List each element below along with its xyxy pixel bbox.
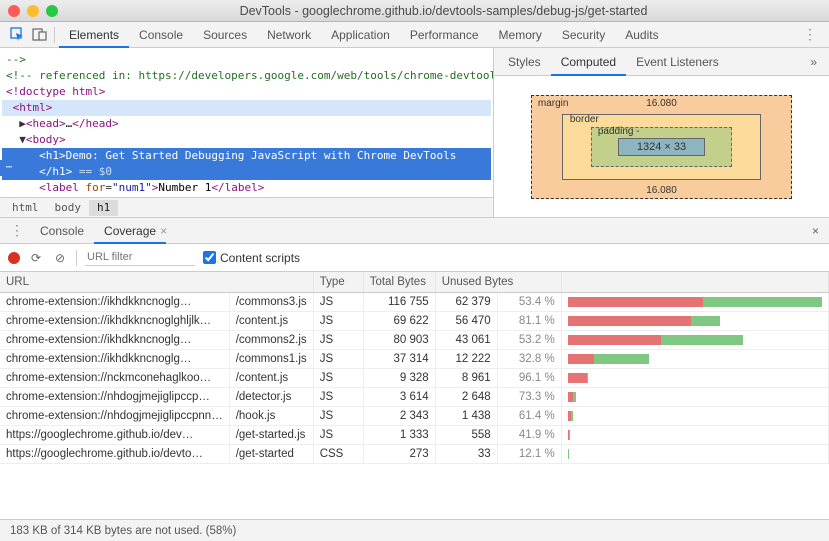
window-titlebar: DevTools - googlechrome.github.io/devtoo…	[0, 0, 829, 22]
table-row[interactable]: chrome-extension://nhdogjmejiglipccpnn…/…	[0, 407, 829, 426]
drawer-menu-icon[interactable]: ⋮	[4, 222, 30, 239]
more-tools-icon[interactable]: ⋮	[797, 26, 823, 43]
col-url[interactable]: URL	[0, 272, 313, 293]
devtools-main-tabs: ElementsConsoleSourcesNetworkApplication…	[0, 22, 829, 48]
dom-node-body[interactable]: <body>	[26, 133, 66, 146]
minimize-window-icon[interactable]	[27, 5, 39, 17]
tab-performance[interactable]: Performance	[400, 22, 489, 48]
url-filter-input[interactable]	[85, 249, 195, 266]
more-side-tabs-icon[interactable]: »	[802, 55, 825, 69]
drawer-tab-console[interactable]: Console	[30, 218, 94, 244]
clear-icon[interactable]: ⊘	[52, 251, 68, 265]
col-total[interactable]: Total Bytes	[363, 272, 435, 293]
table-row[interactable]: https://googlechrome.github.io/devto…/ge…	[0, 445, 829, 464]
tab-security[interactable]: Security	[552, 22, 615, 48]
coverage-status-bar: 183 KB of 314 KB bytes are not used. (58…	[0, 519, 829, 541]
box-model-content: 1324 × 33	[618, 138, 705, 156]
device-toolbar-icon[interactable]	[28, 24, 50, 46]
zoom-window-icon[interactable]	[46, 5, 58, 17]
close-window-icon[interactable]	[8, 5, 20, 17]
table-row[interactable]: chrome-extension://ikhdkkncnoglg…/common…	[0, 293, 829, 312]
inspect-element-icon[interactable]	[6, 24, 28, 46]
styles-sidebar: Styles Computed Event Listeners » margin…	[493, 48, 829, 217]
dom-node-head[interactable]: <head>	[26, 117, 66, 130]
reload-icon[interactable]: ⟳	[28, 251, 44, 265]
table-row[interactable]: chrome-extension://ikhdkkncnoglg…/common…	[0, 350, 829, 369]
content-scripts-checkbox[interactable]: Content scripts	[203, 251, 300, 265]
coverage-table[interactable]: URL Type Total Bytes Unused Bytes chrome…	[0, 272, 829, 464]
dom-node-h1-selected[interactable]: <h1>Demo: Get Started Debugging JavaScri…	[2, 148, 491, 180]
selected-gutter-icon: ⋯	[0, 160, 18, 176]
traffic-lights	[8, 5, 58, 17]
elements-dom-tree[interactable]: --> <!-- referenced in: https://develope…	[0, 48, 493, 217]
tab-computed[interactable]: Computed	[551, 48, 626, 76]
table-row[interactable]: chrome-extension://ikhdkkncnoglghljlk…/c…	[0, 312, 829, 331]
breadcrumb-body[interactable]: body	[47, 200, 90, 216]
coverage-toolbar: ⟳ ⊘ Content scripts	[0, 244, 829, 272]
drawer-tabs: ⋮ Console Coverage × ×	[0, 218, 829, 244]
breadcrumb-html[interactable]: html	[4, 200, 47, 216]
drawer-tab-coverage[interactable]: Coverage	[94, 218, 166, 244]
tab-sources[interactable]: Sources	[193, 22, 257, 48]
tab-elements[interactable]: Elements	[59, 22, 129, 48]
side-tabs: Styles Computed Event Listeners »	[494, 48, 829, 76]
table-row[interactable]: chrome-extension://ikhdkkncnoglg…/common…	[0, 331, 829, 350]
tab-audits[interactable]: Audits	[615, 22, 668, 48]
record-icon[interactable]	[8, 252, 20, 264]
table-row[interactable]: https://googlechrome.github.io/dev…/get-…	[0, 426, 829, 445]
table-row[interactable]: chrome-extension://nhdogjmejiglipccp…/de…	[0, 388, 829, 407]
tab-event-listeners[interactable]: Event Listeners	[626, 48, 729, 76]
col-unused[interactable]: Unused Bytes	[435, 272, 561, 293]
close-drawer-icon[interactable]: ×	[806, 224, 825, 238]
tab-network[interactable]: Network	[257, 22, 321, 48]
tab-console[interactable]: Console	[129, 22, 193, 48]
tab-memory[interactable]: Memory	[489, 22, 552, 48]
box-model-diagram[interactable]: margin 16.080 border padding - 1324 × 33…	[494, 76, 829, 217]
col-type[interactable]: Type	[313, 272, 363, 293]
window-title: DevTools - googlechrome.github.io/devtoo…	[66, 4, 821, 18]
table-row[interactable]: chrome-extension://nckmconehaglkoo…/cont…	[0, 369, 829, 388]
breadcrumb-h1[interactable]: h1	[89, 200, 118, 216]
close-tab-icon[interactable]: ×	[160, 224, 167, 238]
dom-breadcrumb: html body h1	[0, 197, 493, 217]
tab-application[interactable]: Application	[321, 22, 400, 48]
tab-styles[interactable]: Styles	[498, 48, 551, 76]
dom-node-html[interactable]: <html>	[6, 101, 52, 114]
